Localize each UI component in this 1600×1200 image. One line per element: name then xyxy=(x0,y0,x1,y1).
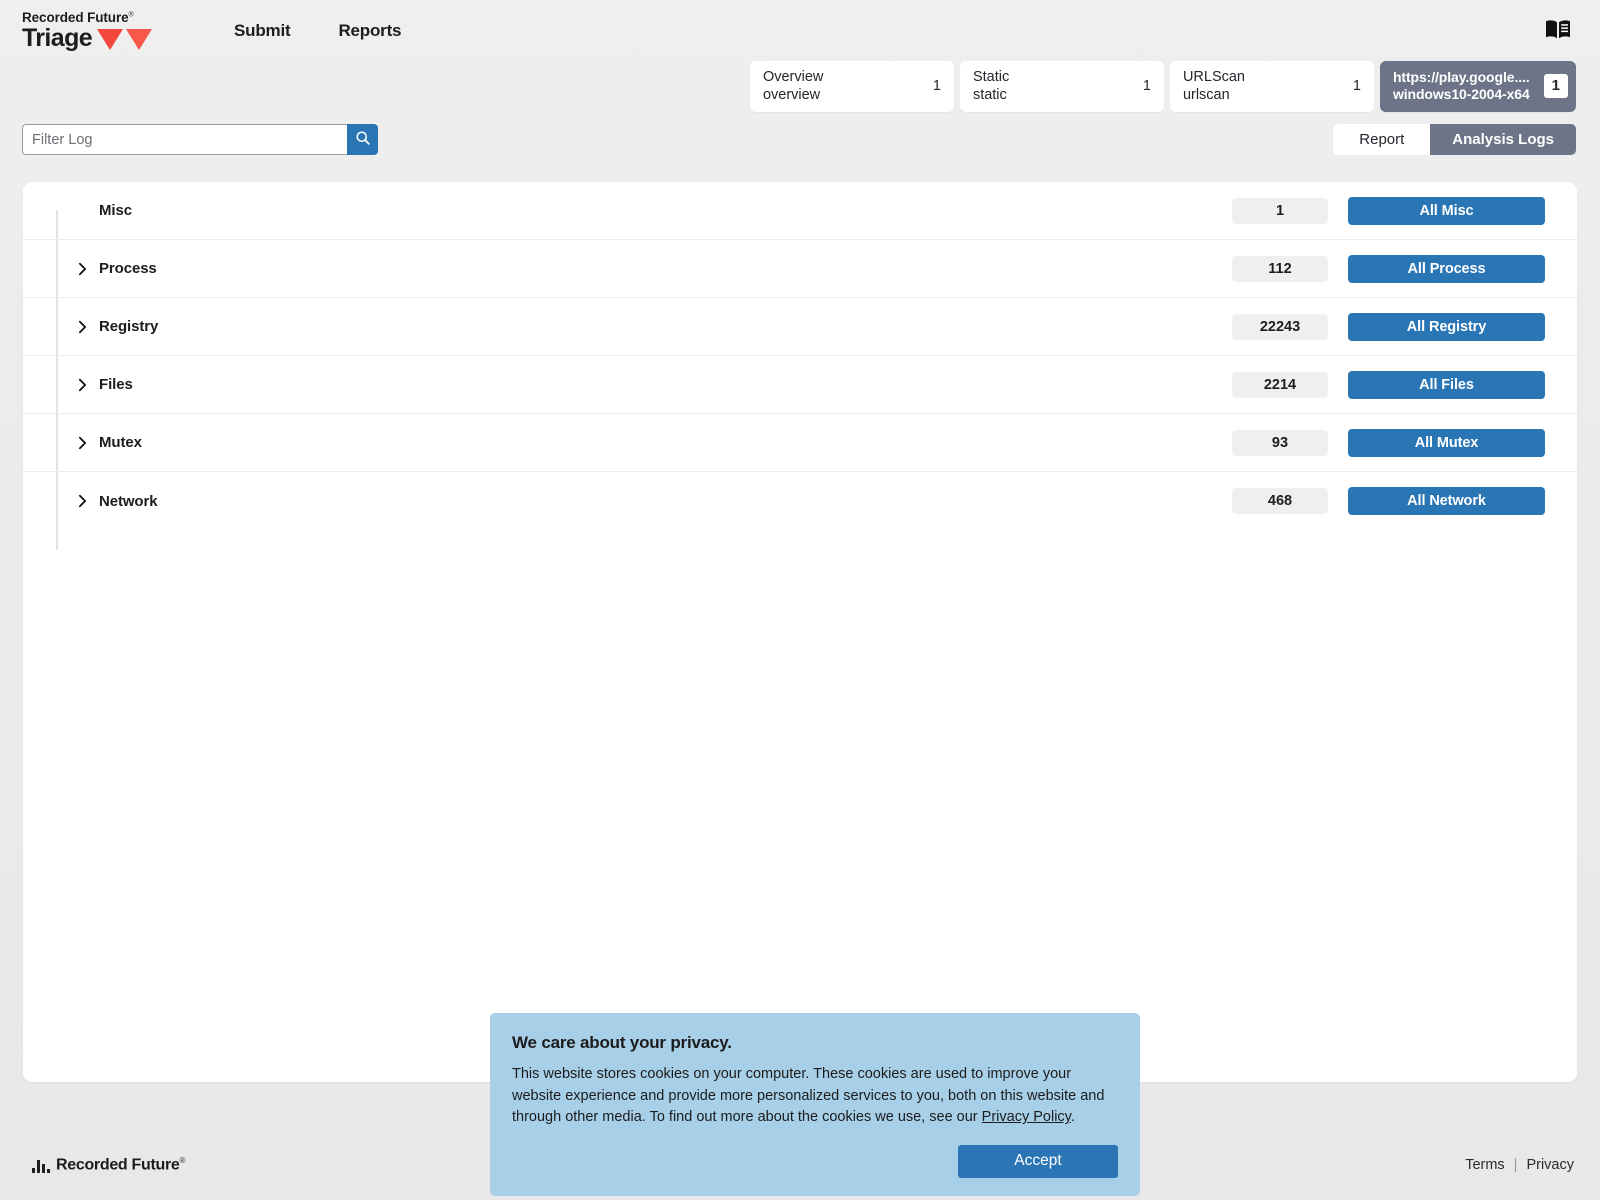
log-section-count-registry: 22243 xyxy=(1232,313,1328,340)
cookie-banner-title: We care about your privacy. xyxy=(512,1033,732,1052)
tab-urlscan-subtitle: urlscan xyxy=(1182,87,1230,104)
footer-link-separator: | xyxy=(1513,1157,1518,1173)
tab-sandbox-subtitle: windows10-2004-x64 xyxy=(1392,86,1530,103)
book-icon[interactable] xyxy=(1544,17,1572,41)
app-header: Recorded Future® Triage Submit Reports xyxy=(0,0,1600,62)
tab-sandbox-count-badge: 1 xyxy=(1543,73,1568,99)
filter-log-group xyxy=(22,124,378,155)
log-section-row-misc[interactable]: Misc 1 All Misc xyxy=(23,182,1577,240)
tab-analysis-logs[interactable]: Analysis Logs xyxy=(1430,124,1576,155)
log-section-row-mutex[interactable]: Mutex 93 All Mutex xyxy=(23,414,1577,472)
brand-triage-lockup: Triage xyxy=(22,24,153,53)
cookie-body-text-end: . xyxy=(1070,1109,1075,1126)
chevron-right-icon[interactable] xyxy=(73,494,91,508)
log-section-count-misc: 1 xyxy=(1232,197,1328,224)
brand-triage-label: Triage xyxy=(22,24,93,53)
log-toolbar: Report Analysis Logs xyxy=(0,124,1600,158)
footer-link-privacy[interactable]: Privacy xyxy=(1526,1157,1574,1173)
footer-link-terms[interactable]: Terms xyxy=(1465,1157,1504,1173)
log-section-list: Misc 1 All Misc Process 112 All Process … xyxy=(23,182,1577,550)
all-mutex-button[interactable]: All Mutex xyxy=(1348,428,1545,457)
log-section-label-files[interactable]: Files xyxy=(99,376,133,393)
search-input[interactable] xyxy=(22,124,347,155)
tab-static-title: Static xyxy=(972,69,1010,85)
log-section-row-network[interactable]: Network 468 All Network xyxy=(23,472,1577,530)
chevron-right-icon[interactable] xyxy=(73,378,91,392)
all-network-button[interactable]: All Network xyxy=(1348,487,1545,515)
tab-overview[interactable]: Overview overview 1 xyxy=(749,61,954,113)
footer-logo[interactable]: Recorded Future® xyxy=(32,1156,185,1174)
brand-logo[interactable]: Recorded Future® Triage xyxy=(22,9,153,53)
main-nav: Submit Reports xyxy=(234,21,401,41)
tab-overview-count: 1 xyxy=(932,78,941,95)
tab-static[interactable]: Static static 1 xyxy=(959,61,1164,113)
chevron-right-icon[interactable] xyxy=(73,436,91,450)
log-section-row-registry[interactable]: Registry 22243 All Registry xyxy=(23,298,1577,356)
all-misc-button[interactable]: All Misc xyxy=(1348,196,1545,225)
log-section-label-process[interactable]: Process xyxy=(99,260,157,277)
tab-static-count: 1 xyxy=(1142,78,1151,95)
accept-cookies-button[interactable]: Accept xyxy=(958,1144,1118,1178)
chevron-right-icon[interactable] xyxy=(73,262,91,276)
log-section-row-process[interactable]: Process 112 All Process xyxy=(23,240,1577,298)
tab-overview-title: Overview xyxy=(762,69,824,85)
analysis-tab-strip: Overview overview 1 Static static 1 URLS… xyxy=(749,61,1576,113)
search-icon xyxy=(355,130,371,149)
all-files-button[interactable]: All Files xyxy=(1348,370,1545,399)
chevron-right-icon[interactable] xyxy=(73,320,91,334)
nav-item-reports[interactable]: Reports xyxy=(338,21,401,41)
log-section-count-mutex: 93 xyxy=(1232,429,1328,456)
log-section-count-network: 468 xyxy=(1232,488,1328,514)
footer-links: Terms | Privacy xyxy=(1465,1157,1574,1173)
log-section-row-files[interactable]: Files 2214 All Files xyxy=(23,356,1577,414)
tab-urlscan-title: URLScan xyxy=(1182,69,1245,85)
view-toggle-group: Report Analysis Logs xyxy=(1333,124,1576,155)
nav-item-submit[interactable]: Submit xyxy=(234,21,291,41)
log-section-label-registry[interactable]: Registry xyxy=(99,318,158,335)
log-section-label-network[interactable]: Network xyxy=(99,493,158,510)
all-process-button[interactable]: All Process xyxy=(1348,254,1545,283)
log-section-label-misc[interactable]: Misc xyxy=(99,202,132,219)
cookie-banner-actions: Accept xyxy=(512,1144,1118,1178)
recorded-future-mark-icon xyxy=(32,1157,50,1173)
tab-static-subtitle: static xyxy=(972,87,1007,104)
cookie-banner-body: This website stores cookies on your comp… xyxy=(512,1064,1118,1129)
log-section-count-files: 2214 xyxy=(1232,371,1328,398)
search-button[interactable] xyxy=(347,124,378,155)
tab-urlscan[interactable]: URLScan urlscan 1 xyxy=(1169,61,1374,113)
brand-recorded-future-label: Recorded Future® xyxy=(22,9,134,25)
tab-sandbox-title: https://play.google.... xyxy=(1392,68,1530,85)
privacy-policy-link[interactable]: Privacy Policy xyxy=(982,1109,1071,1125)
triangle-logo-icon xyxy=(97,29,153,51)
tab-sandbox-windows10[interactable]: https://play.google.... windows10-2004-x… xyxy=(1379,61,1576,113)
log-section-count-process: 112 xyxy=(1232,255,1328,282)
all-registry-button[interactable]: All Registry xyxy=(1348,312,1545,341)
analysis-logs-panel: Misc 1 All Misc Process 112 All Process … xyxy=(23,182,1577,1082)
tab-urlscan-count: 1 xyxy=(1352,78,1361,95)
tab-overview-subtitle: overview xyxy=(762,87,821,104)
log-section-label-mutex[interactable]: Mutex xyxy=(99,434,142,451)
footer-logo-label: Recorded Future® xyxy=(56,1155,186,1174)
tab-report[interactable]: Report xyxy=(1333,124,1431,155)
cookie-consent-banner: We care about your privacy. This website… xyxy=(490,1013,1140,1196)
